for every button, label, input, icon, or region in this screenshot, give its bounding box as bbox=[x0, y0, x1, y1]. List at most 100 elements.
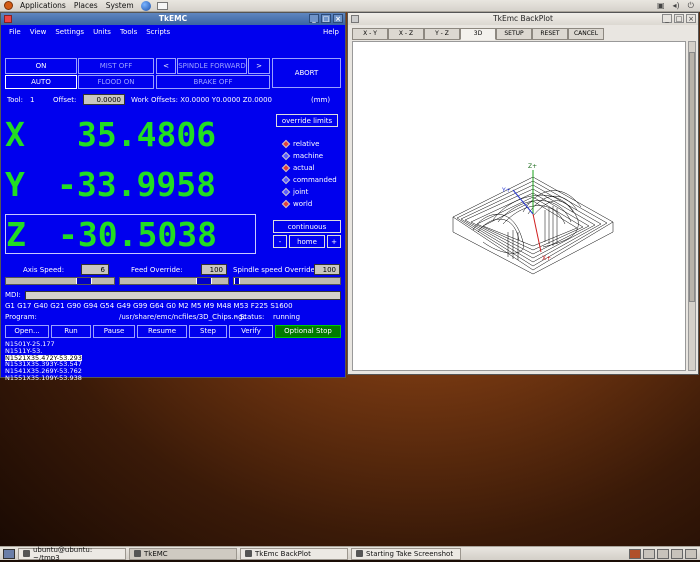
web-browser-icon[interactable] bbox=[140, 0, 151, 11]
task-terminal[interactable]: ubuntu@ubuntu: ~/tmp3 bbox=[18, 545, 126, 562]
workspace-2[interactable] bbox=[643, 548, 655, 559]
power-on-button[interactable]: ON bbox=[5, 58, 77, 74]
axis-speed-field[interactable]: 6 bbox=[81, 264, 109, 275]
gcode-listing[interactable]: N1501Y-25.177 N1511Y-53. N1521X35.472Y-5… bbox=[5, 340, 341, 381]
mail-icon[interactable] bbox=[156, 1, 168, 10]
slider-thumb[interactable] bbox=[234, 278, 240, 284]
run-button[interactable]: Run bbox=[51, 325, 91, 338]
workspace-1[interactable] bbox=[629, 548, 641, 559]
gcode-line: N1501Y-25.177 bbox=[5, 340, 55, 348]
network-icon[interactable]: ▣ bbox=[657, 1, 665, 10]
tkemc-titlebar[interactable]: TkEMC _ □ × bbox=[1, 13, 345, 25]
menu-settings[interactable]: Settings bbox=[55, 28, 84, 36]
power-on-label: ON bbox=[35, 62, 47, 70]
home-button[interactable]: home bbox=[289, 235, 325, 248]
mdi-label: MDI: bbox=[5, 291, 21, 299]
system-menu[interactable]: System bbox=[105, 1, 135, 10]
tab-3d[interactable]: 3D bbox=[460, 28, 496, 40]
x-axis-label[interactable]: X bbox=[5, 115, 25, 154]
backplot-scrollbar[interactable] bbox=[688, 41, 696, 371]
menu-scripts[interactable]: Scripts bbox=[146, 28, 170, 36]
jog-mode-continuous[interactable]: continuous bbox=[273, 220, 341, 233]
backplot-title: TkEmc BackPlot bbox=[493, 14, 553, 23]
radio-commanded[interactable]: commanded bbox=[281, 175, 337, 185]
menu-view[interactable]: View bbox=[30, 28, 47, 36]
cancel-button[interactable]: CANCEL bbox=[568, 28, 604, 40]
optional-stop-button[interactable]: Optional Stop bbox=[275, 325, 341, 338]
tab-x-z[interactable]: X - Z bbox=[388, 28, 424, 40]
radio-world[interactable]: world bbox=[281, 199, 312, 209]
spindle-override-field[interactable]: 100 bbox=[314, 264, 340, 275]
applications-menu[interactable]: Applications bbox=[19, 1, 67, 10]
menu-tools[interactable]: Tools bbox=[120, 28, 137, 36]
jog-plus-button[interactable]: + bbox=[327, 235, 341, 248]
task-tkemc[interactable]: TkEMC bbox=[129, 547, 237, 560]
window-menu-icon[interactable] bbox=[351, 15, 359, 23]
jog-minus-button[interactable]: - bbox=[273, 235, 287, 248]
menu-units[interactable]: Units bbox=[93, 28, 111, 36]
y-axis-label[interactable]: Y bbox=[5, 165, 25, 204]
tray: ▣ ◂) ⏻ bbox=[657, 1, 700, 11]
task-label: ubuntu@ubuntu: ~/tmp3 bbox=[32, 545, 93, 562]
tab-y-z[interactable]: Y - Z bbox=[424, 28, 460, 40]
step-button[interactable]: Step bbox=[189, 325, 227, 338]
maximize-icon[interactable]: □ bbox=[321, 14, 331, 23]
volume-icon[interactable]: ◂) bbox=[673, 1, 680, 10]
ubuntu-logo-icon[interactable] bbox=[4, 1, 13, 10]
spindle-override-slider[interactable] bbox=[233, 277, 341, 285]
tab-x-y[interactable]: X - Y bbox=[352, 28, 388, 40]
z-axis-label[interactable]: Z bbox=[6, 215, 26, 254]
slider-thumb[interactable] bbox=[196, 278, 212, 284]
radio-actual[interactable]: actual bbox=[281, 163, 315, 173]
auto-mode-button[interactable]: AUTO bbox=[5, 75, 77, 89]
shutdown-icon[interactable]: ⏻ bbox=[688, 1, 694, 11]
resume-button[interactable]: Resume bbox=[137, 325, 187, 338]
trash-icon[interactable] bbox=[685, 548, 697, 559]
minimize-icon[interactable]: _ bbox=[309, 14, 319, 23]
close-icon[interactable]: × bbox=[333, 14, 343, 23]
task-screenshot[interactable]: Starting Take Screenshot bbox=[351, 547, 461, 560]
slider-thumb[interactable] bbox=[76, 278, 92, 284]
feed-override-field[interactable]: 100 bbox=[201, 264, 227, 275]
spindle-decrease-button[interactable]: < bbox=[156, 58, 176, 74]
override-limits-label: override limits bbox=[281, 116, 333, 125]
feed-override-slider[interactable] bbox=[119, 277, 229, 285]
terminal-icon bbox=[23, 550, 30, 557]
backplot-titlebar[interactable]: TkEmc BackPlot _ □ × bbox=[348, 13, 698, 25]
backplot-canvas[interactable]: Z+ Y+ X+ bbox=[352, 41, 686, 371]
workspace-4[interactable] bbox=[671, 548, 683, 559]
minimize-icon[interactable]: _ bbox=[662, 14, 672, 23]
radio-indicator-icon bbox=[281, 175, 291, 185]
override-limits-button[interactable]: override limits bbox=[276, 114, 338, 127]
reset-button[interactable]: RESET bbox=[532, 28, 568, 40]
setup-button[interactable]: SETUP bbox=[496, 28, 532, 40]
verify-button[interactable]: Verify bbox=[229, 325, 273, 338]
show-desktop-icon[interactable] bbox=[3, 548, 15, 559]
radio-relative[interactable]: relative bbox=[281, 139, 319, 149]
maximize-icon[interactable]: □ bbox=[674, 14, 684, 23]
scrollbar-thumb[interactable] bbox=[689, 52, 695, 302]
spindle-forward-button[interactable]: SPINDLE FORWARD bbox=[177, 58, 247, 74]
menu-file[interactable]: File bbox=[9, 28, 21, 36]
axis-speed-slider[interactable] bbox=[5, 277, 115, 285]
open-button[interactable]: Open... bbox=[5, 325, 49, 338]
mdi-input[interactable] bbox=[25, 291, 341, 300]
spindle-increase-button[interactable]: > bbox=[248, 58, 270, 74]
abort-button[interactable]: ABORT bbox=[272, 58, 341, 88]
dro-x: X 35.4806 bbox=[5, 115, 256, 155]
radio-joint[interactable]: joint bbox=[281, 187, 308, 197]
places-menu[interactable]: Places bbox=[73, 1, 99, 10]
pause-button[interactable]: Pause bbox=[93, 325, 135, 338]
workspace-3[interactable] bbox=[657, 548, 669, 559]
flood-button[interactable]: FLOOD ON bbox=[78, 75, 154, 89]
radio-machine[interactable]: machine bbox=[281, 151, 323, 161]
window-menu-icon[interactable] bbox=[4, 15, 12, 23]
brake-button[interactable]: BRAKE OFF bbox=[156, 75, 270, 89]
mist-button[interactable]: MIST OFF bbox=[78, 58, 154, 74]
radio-indicator-icon bbox=[281, 163, 291, 173]
task-backplot[interactable]: TkEmc BackPlot bbox=[240, 547, 348, 560]
close-icon[interactable]: × bbox=[686, 14, 696, 23]
tool-value: 1 bbox=[30, 96, 35, 104]
backplot-view-tabs: X - Y X - Z Y - Z 3D SETUP RESET CANCEL bbox=[352, 28, 604, 40]
menu-help[interactable]: Help bbox=[323, 28, 345, 36]
